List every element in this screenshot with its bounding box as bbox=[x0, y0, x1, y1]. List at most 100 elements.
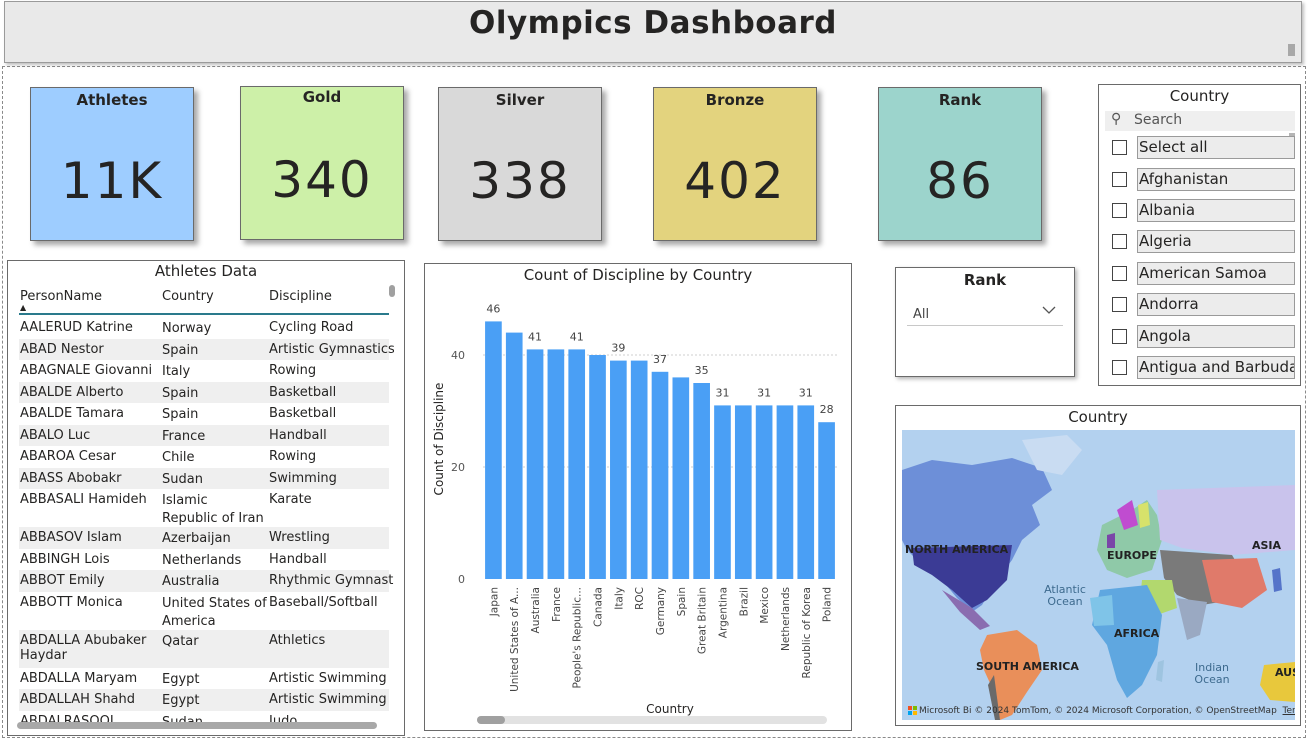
y-tick-label: 20 bbox=[451, 461, 465, 474]
cell-personname: ABBOT Emily bbox=[20, 573, 105, 588]
slicer-item-american-samoa[interactable]: American Samoa bbox=[1112, 262, 1298, 285]
bar[interactable] bbox=[630, 360, 648, 579]
table-row[interactable]: AALERUD Katrine Norway Cycling Road bbox=[19, 317, 389, 339]
bar[interactable] bbox=[797, 405, 815, 579]
table-row[interactable]: ABAROA Cesar Chile Rowing bbox=[19, 446, 389, 468]
checkbox[interactable] bbox=[1112, 234, 1127, 249]
bar[interactable] bbox=[714, 405, 731, 579]
checkbox[interactable] bbox=[1112, 172, 1127, 187]
x-tick-label: Germany bbox=[655, 587, 667, 635]
column-header-personname[interactable]: PersonName bbox=[20, 289, 102, 304]
slicer-item-angola[interactable]: Angola bbox=[1112, 325, 1298, 348]
slicer-item-andorra[interactable]: Andorra bbox=[1112, 293, 1298, 316]
x-tick-label: Brazil bbox=[738, 587, 750, 616]
kpi-bronze-card[interactable]: Bronze 402 bbox=[653, 87, 817, 241]
bar[interactable] bbox=[589, 355, 606, 579]
microsoft-logo-icon bbox=[908, 706, 917, 715]
table-row[interactable]: ABALDE Alberto Spain Basketball bbox=[19, 381, 389, 403]
x-tick-label: Mexico bbox=[759, 587, 771, 624]
search-input[interactable]: ⚲ Search bbox=[1105, 111, 1295, 131]
map-terms-link[interactable]: Terms bbox=[1283, 706, 1295, 716]
athletes-table: Athletes Data PersonName ▲ Country Disci… bbox=[7, 260, 405, 736]
kpi-label: Bronze bbox=[705, 91, 765, 109]
kpi-gold-card[interactable]: Gold 340 bbox=[240, 86, 404, 240]
map-label-europe: EUROPE bbox=[1107, 549, 1157, 562]
kpi-rank-card[interactable]: Rank 86 bbox=[878, 87, 1042, 241]
kpi-silver-card[interactable]: Silver 338 bbox=[438, 87, 602, 241]
map-label-africa: AFRICA bbox=[1114, 627, 1160, 640]
bar[interactable] bbox=[485, 321, 502, 579]
table-row[interactable]: ABDALLA Abubaker Haydar Qatar Athletics bbox=[19, 629, 389, 668]
map-japan bbox=[1272, 568, 1282, 592]
table-row[interactable]: ABBINGH Lois Netherlands Handball bbox=[19, 549, 389, 571]
kpi-athletes-card[interactable]: Athletes 11K bbox=[30, 87, 194, 241]
slicer-item-label: Algeria bbox=[1137, 230, 1295, 253]
bar[interactable] bbox=[505, 332, 523, 579]
cell-discipline: Handball bbox=[269, 551, 327, 567]
slicer-item-select-all[interactable]: Select all bbox=[1112, 136, 1298, 159]
bar[interactable] bbox=[526, 349, 544, 579]
bar[interactable] bbox=[776, 405, 794, 579]
rank-dropdown[interactable]: All bbox=[907, 298, 1063, 326]
kpi-value: 402 bbox=[684, 152, 786, 210]
cell-discipline: Baseball/Softball bbox=[269, 594, 378, 610]
checkbox[interactable] bbox=[1112, 266, 1127, 281]
slicer-item-label: Antigua and Barbuda bbox=[1137, 356, 1295, 379]
cell-personname: ABALDE Alberto bbox=[20, 384, 124, 400]
table-row[interactable]: ABBASOV Islam Azerbaijan Wrestling bbox=[19, 527, 389, 549]
checkbox[interactable] bbox=[1112, 203, 1127, 218]
bar[interactable] bbox=[755, 405, 773, 579]
table-row[interactable]: ABAGNALE Giovanni Italy Rowing bbox=[19, 360, 389, 382]
checkbox[interactable] bbox=[1112, 297, 1127, 312]
chart-scrollbar[interactable] bbox=[477, 716, 827, 724]
cell-personname: ABBASOV Islam bbox=[20, 530, 122, 545]
cell-personname: ABAGNALE Giovanni bbox=[20, 363, 153, 378]
map-canvas[interactable]: NORTH AMERICA EUROPE ASIA AFRICA SOUTH A… bbox=[902, 430, 1295, 720]
cell-personname: ABASS Abobakr bbox=[20, 470, 122, 486]
table-row[interactable]: ABBOT Emily Australia Rhythmic Gymnastic bbox=[19, 570, 394, 592]
table-row[interactable]: ABALDE Tamara Spain Basketball bbox=[19, 403, 389, 425]
bar[interactable] bbox=[547, 349, 565, 579]
cell-discipline: Karate bbox=[269, 492, 312, 507]
data-label: 37 bbox=[653, 353, 667, 366]
y-axis-label: Count of Discipline bbox=[432, 383, 446, 496]
cell-country: France bbox=[162, 428, 206, 444]
x-tick-label: United States of A... bbox=[509, 587, 521, 692]
cell-personname: AALERUD Katrine bbox=[20, 320, 133, 335]
bar[interactable] bbox=[568, 349, 586, 579]
table-row[interactable]: ABDALLAH Shahd Egypt Artistic Swimming bbox=[19, 689, 389, 711]
slicer-item-label: Albania bbox=[1137, 199, 1295, 222]
chart-scrollbar-thumb[interactable] bbox=[477, 716, 505, 724]
bar[interactable] bbox=[651, 371, 669, 579]
column-header-discipline[interactable]: Discipline bbox=[269, 289, 332, 304]
checkbox[interactable] bbox=[1112, 329, 1127, 344]
bar[interactable] bbox=[693, 383, 710, 579]
slicer-item-antigua-and-barbuda[interactable]: Antigua and Barbuda bbox=[1112, 356, 1298, 379]
slicer-item-algeria[interactable]: Algeria bbox=[1112, 230, 1298, 253]
bar[interactable] bbox=[734, 405, 752, 579]
table-header: PersonName ▲ Country Discipline bbox=[19, 288, 389, 315]
checkbox[interactable] bbox=[1112, 360, 1127, 375]
table-horizontal-scrollbar[interactable] bbox=[17, 722, 377, 729]
title-scrollbar[interactable] bbox=[1288, 44, 1295, 56]
cell-discipline: Artistic Swimming bbox=[269, 692, 387, 707]
table-row[interactable]: ABBASALI Hamideh Islamic Republic of Iran… bbox=[19, 489, 389, 527]
column-header-country[interactable]: Country bbox=[162, 289, 214, 304]
bar[interactable] bbox=[818, 422, 835, 579]
slicer-item-albania[interactable]: Albania bbox=[1112, 199, 1298, 222]
data-label: 31 bbox=[799, 386, 813, 399]
cell-country: Spain bbox=[162, 385, 199, 401]
table-row[interactable]: ABASS Abobakr Sudan Swimming bbox=[19, 467, 389, 489]
cell-country: Egypt bbox=[162, 671, 200, 687]
bar[interactable] bbox=[610, 360, 627, 579]
table-row[interactable]: ABDALLA Maryam Egypt Artistic Swimming bbox=[19, 668, 389, 690]
slicer-item-afghanistan[interactable]: Afghanistan bbox=[1112, 168, 1298, 191]
table-row[interactable]: ABBOTT Monica United States of America Bas… bbox=[19, 592, 389, 630]
checkbox[interactable] bbox=[1112, 140, 1127, 155]
table-row[interactable]: ABAD Nestor Spain Artistic Gymnastics bbox=[19, 338, 394, 360]
table-vertical-scrollbar[interactable] bbox=[389, 285, 395, 297]
cell-country: Islamic Republic of Iran bbox=[162, 493, 264, 526]
bar[interactable] bbox=[672, 377, 690, 579]
cell-personname: ABDALLA Maryam bbox=[20, 670, 138, 686]
table-row[interactable]: ABALO Luc France Handball bbox=[19, 424, 389, 446]
